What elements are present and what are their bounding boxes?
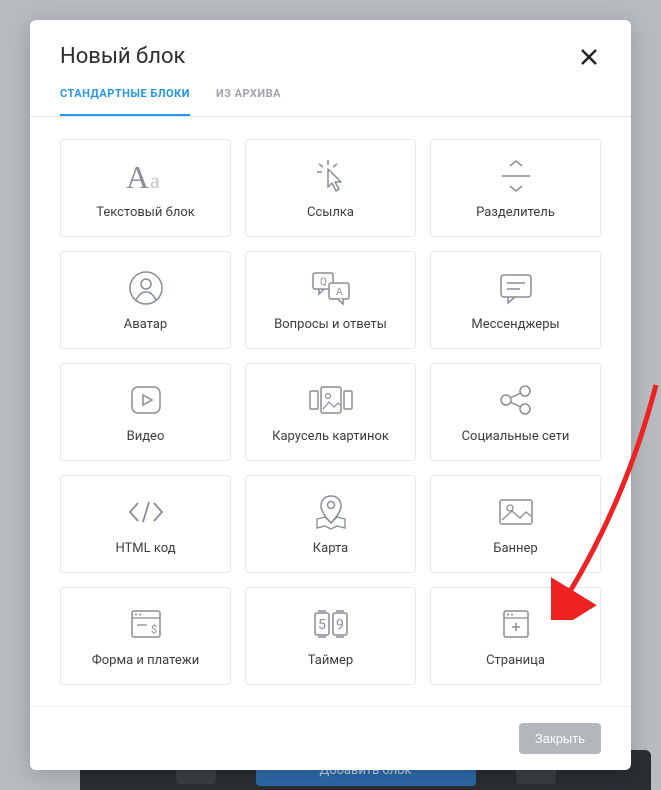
svg-text:A: A bbox=[126, 159, 149, 194]
tab-standard-blocks[interactable]: СТАНДАРТНЫЕ БЛОКИ bbox=[60, 87, 190, 116]
block-label: Ссылка bbox=[307, 205, 354, 220]
modal-title: Новый блок bbox=[60, 44, 185, 69]
avatar-icon bbox=[128, 269, 164, 307]
block-timer[interactable]: 59 Таймер bbox=[245, 587, 416, 685]
social-icon bbox=[497, 381, 535, 419]
block-social[interactable]: Социальные сети bbox=[430, 363, 601, 461]
svg-text:5: 5 bbox=[318, 617, 326, 633]
qa-icon: QA bbox=[309, 269, 353, 307]
tab-from-archive[interactable]: ИЗ АРХИВА bbox=[216, 87, 281, 116]
text-icon: Aa bbox=[120, 157, 172, 195]
block-banner[interactable]: Баннер bbox=[430, 475, 601, 573]
tabs: СТАНДАРТНЫЕ БЛОКИ ИЗ АРХИВА bbox=[60, 87, 601, 116]
close-button[interactable]: Закрыть bbox=[519, 723, 601, 754]
map-icon bbox=[311, 493, 351, 531]
close-icon[interactable] bbox=[577, 45, 601, 69]
block-label: Мессенджеры bbox=[471, 317, 559, 332]
block-video[interactable]: Видео bbox=[60, 363, 231, 461]
svg-text:a: a bbox=[150, 168, 160, 193]
timer-icon: 59 bbox=[309, 605, 353, 643]
modal-header: Новый блок СТАНДАРТНЫЕ БЛОКИ ИЗ АРХИВА bbox=[30, 20, 631, 117]
block-avatar[interactable]: Аватар bbox=[60, 251, 231, 349]
block-text[interactable]: Aa Текстовый блок bbox=[60, 139, 231, 237]
block-label: Аватар bbox=[124, 317, 167, 332]
pointer-icon bbox=[311, 157, 351, 195]
block-label: HTML код bbox=[115, 541, 175, 556]
code-icon bbox=[124, 493, 168, 531]
block-grid: Aa Текстовый блок Ссылка Разделитель bbox=[60, 139, 601, 685]
block-link[interactable]: Ссылка bbox=[245, 139, 416, 237]
block-label: Текстовый блок bbox=[96, 205, 195, 220]
block-label: Карта bbox=[313, 541, 348, 556]
page-icon bbox=[499, 605, 533, 643]
block-page[interactable]: Страница bbox=[430, 587, 601, 685]
block-messenger[interactable]: Мессенджеры bbox=[430, 251, 601, 349]
block-html[interactable]: HTML код bbox=[60, 475, 231, 573]
carousel-icon bbox=[307, 381, 355, 419]
block-label: Разделитель bbox=[476, 205, 555, 220]
block-form[interactable]: $ Форма и платежи bbox=[60, 587, 231, 685]
block-carousel[interactable]: Карусель картинок bbox=[245, 363, 416, 461]
block-label: Форма и платежи bbox=[92, 653, 200, 668]
block-divider[interactable]: Разделитель bbox=[430, 139, 601, 237]
block-label: Карусель картинок bbox=[272, 429, 389, 444]
banner-icon bbox=[496, 493, 536, 531]
svg-text:A: A bbox=[336, 287, 343, 298]
svg-text:$: $ bbox=[151, 623, 157, 636]
block-label: Социальные сети bbox=[462, 429, 570, 444]
divider-icon bbox=[494, 157, 538, 195]
block-qa[interactable]: QA Вопросы и ответы bbox=[245, 251, 416, 349]
block-map[interactable]: Карта bbox=[245, 475, 416, 573]
svg-text:9: 9 bbox=[336, 617, 344, 633]
svg-text:Q: Q bbox=[320, 277, 327, 288]
block-label: Страница bbox=[486, 653, 545, 668]
block-label: Видео bbox=[127, 429, 165, 444]
block-label: Таймер bbox=[308, 653, 353, 668]
video-icon bbox=[128, 381, 164, 419]
modal-footer: Закрыть bbox=[30, 706, 631, 770]
block-label: Баннер bbox=[493, 541, 537, 556]
block-label: Вопросы и ответы bbox=[274, 317, 387, 332]
new-block-modal: Новый блок СТАНДАРТНЫЕ БЛОКИ ИЗ АРХИВА A… bbox=[30, 20, 631, 770]
form-icon: $ bbox=[127, 605, 165, 643]
modal-body: Aa Текстовый блок Ссылка Разделитель bbox=[30, 117, 631, 706]
messenger-icon bbox=[496, 269, 536, 307]
